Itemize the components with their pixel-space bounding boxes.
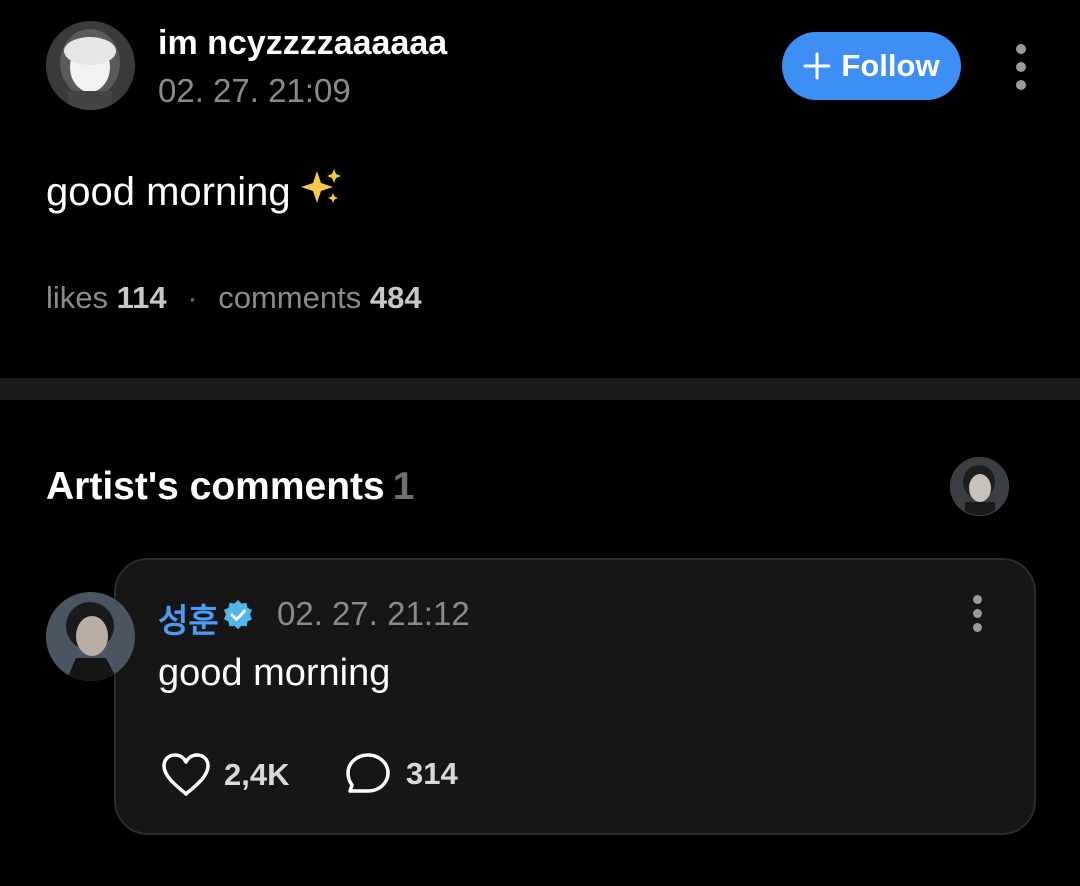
verified-badge-icon (222, 599, 254, 631)
sparkles-icon (299, 167, 343, 217)
artist-comments-label: Artist's comments (46, 465, 385, 508)
commenter-avatar[interactable] (46, 592, 135, 681)
comments-label[interactable]: comments (218, 280, 361, 315)
post-stats: likes 114 · comments 484 (46, 280, 422, 316)
likes-label: likes (46, 280, 109, 315)
likes-count: 114 (116, 280, 167, 315)
post-text-content: good morning (46, 170, 291, 214)
plus-icon (803, 52, 831, 80)
artist-avatar-small[interactable] (950, 457, 1009, 516)
follow-button[interactable]: Follow (782, 32, 961, 100)
heart-outline-icon (162, 753, 210, 796)
like-button[interactable]: 2,4K (160, 752, 289, 798)
comment-timestamp: 02. 27. 21:12 (277, 595, 470, 632)
commenter-name[interactable]: 성훈 (158, 594, 219, 642)
artist-comments-title: Artist's comments 1 (46, 465, 414, 509)
section-divider (0, 378, 1080, 400)
follow-button-label: Follow (841, 48, 940, 83)
reply-button[interactable]: 314 (344, 752, 458, 796)
artist-comments-count: 1 (392, 465, 415, 508)
comments-count[interactable]: 484 (370, 280, 422, 315)
chat-bubble-outline-icon (346, 753, 390, 793)
post-text: good morning (46, 167, 343, 217)
reply-count: 314 (406, 756, 458, 791)
more-vertical-icon[interactable] (1006, 44, 1036, 90)
comment-text: good morning (158, 652, 391, 694)
more-vertical-icon[interactable] (963, 595, 993, 635)
post-timestamp: 02. 27. 21:09 (158, 72, 351, 109)
author-name[interactable]: im ncyzzzzaaaaaa (158, 24, 447, 63)
author-avatar[interactable] (46, 21, 135, 110)
like-count: 2,4K (224, 757, 290, 792)
stats-separator: · (187, 280, 198, 315)
